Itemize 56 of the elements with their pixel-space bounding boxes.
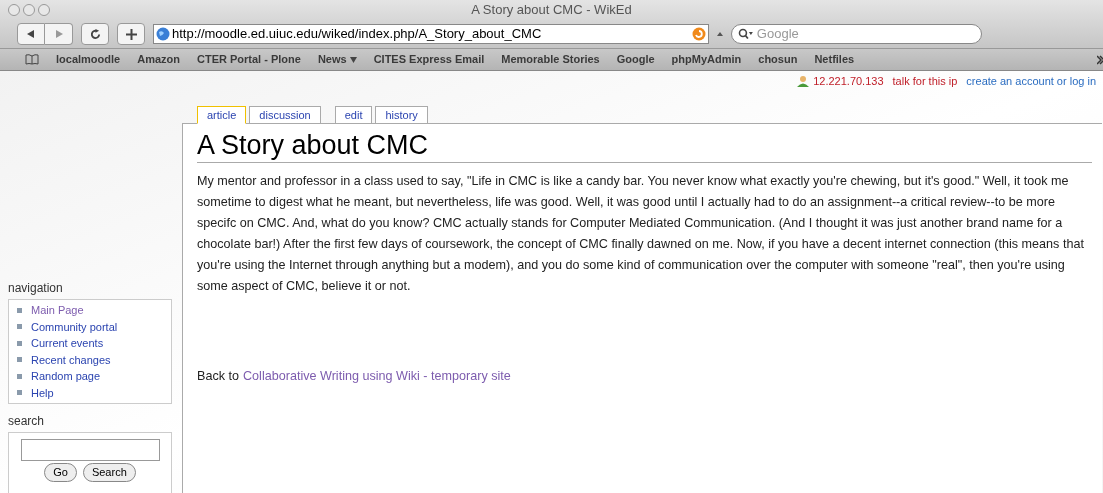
page-tab[interactable]: history — [375, 106, 428, 124]
navigation-link[interactable]: Community portal — [31, 318, 118, 335]
resize-handle-icon[interactable] — [717, 31, 723, 37]
bookmark-link[interactable]: phpMyAdmin — [671, 51, 742, 68]
back-button[interactable] — [17, 23, 45, 45]
navigation-link[interactable]: Current events — [31, 335, 104, 352]
bullet-icon — [17, 340, 22, 346]
chevron-icon[interactable] — [1097, 55, 1103, 65]
article-text: My mentor and professor in a class used to say, "Life in CMC is like a candy bar. You never know what exactly you're chewing, but it's good." Well, it took me sometime to digest what he meant, but nevertheless, life was good. Well, it was good until I actually had to do an assignment--a critical review--to be more specifc on CMC. And, what do you know? CMC actually stands for Computer Mediated Communication. (And I thought it was just another brand name for a chocolate bar!) After the first few days of coursework, the concept of CMC finally dawned on me. Now, if you have a decent internet connection (this means that you're using the Internet through anything but a modem), and you do some kind of communication over the computer with someone "real", then you're using some aspect of CMC, believe it or not. — [197, 173, 1085, 295]
navigation-link[interactable]: Recent changes — [31, 351, 111, 368]
bookmark-link[interactable]: News — [317, 51, 357, 68]
bullet-icon — [17, 307, 22, 313]
search-button[interactable]: Go — [44, 463, 77, 482]
address-field[interactable]: http://moodle.ed.uiuc.edu/wiked/index.php/A_Story_about_CMC — [153, 24, 709, 44]
page-tab[interactable]: article — [197, 106, 247, 124]
bookmark-link[interactable]: Amazon — [137, 51, 180, 68]
forward-icon — [54, 30, 63, 38]
page-tab[interactable]: discussion — [249, 106, 321, 124]
bullet-icon — [17, 390, 22, 396]
back-link[interactable]: Collaborative Writing using Wiki - temporary site — [243, 367, 511, 386]
search-icon — [738, 28, 754, 40]
plus-icon — [125, 28, 137, 40]
bookmark-link[interactable]: CTER Portal - Plone — [196, 51, 301, 68]
bookmark-link[interactable]: Google — [616, 51, 655, 68]
bookmark-link[interactable]: Netfiles — [814, 51, 855, 68]
back-icon — [27, 30, 35, 38]
dropdown-icon — [349, 56, 357, 63]
globe-icon — [156, 27, 170, 41]
search-button[interactable]: Search — [82, 463, 136, 482]
rss-icon[interactable] — [692, 27, 706, 41]
bookmark-link[interactable]: CITES Express Email — [373, 51, 485, 68]
bullet-icon — [17, 357, 22, 363]
page-tab[interactable]: edit — [334, 106, 373, 124]
reload-button[interactable] — [81, 23, 109, 45]
navigation-link[interactable]: Help — [31, 384, 54, 401]
bookmark-link[interactable]: chosun — [758, 51, 798, 68]
wiki-search-field[interactable] — [20, 439, 160, 461]
add-bookmark-button[interactable] — [117, 23, 145, 45]
bullet-icon — [17, 373, 22, 379]
article-title: A Story about CMC — [197, 130, 1092, 163]
window-title: A Story about CMC - WikEd — [471, 1, 632, 20]
talk-link[interactable]: talk for this ip — [892, 73, 958, 90]
navigation-link[interactable]: Main Page — [31, 302, 84, 319]
sidebar-heading: search — [8, 413, 46, 430]
url-text: http://moodle.ed.uiuc.edu/wiked/index.php/A_Story_about_CMC — [172, 25, 543, 44]
back-label: Back to — [197, 368, 239, 385]
book-icon[interactable] — [25, 54, 39, 65]
bookmark-link[interactable]: localmoodle — [56, 51, 121, 68]
bookmark-link[interactable]: Memorable Stories — [501, 51, 600, 68]
sidebar-heading: navigation — [8, 280, 64, 297]
navigation-link[interactable]: Random page — [31, 368, 101, 385]
user-icon — [797, 75, 810, 88]
login-link[interactable]: create an account or log in — [966, 73, 1096, 90]
reload-icon — [89, 28, 101, 40]
ip-link[interactable]: 12.221.70.133 — [813, 73, 884, 90]
bullet-icon — [17, 324, 22, 330]
